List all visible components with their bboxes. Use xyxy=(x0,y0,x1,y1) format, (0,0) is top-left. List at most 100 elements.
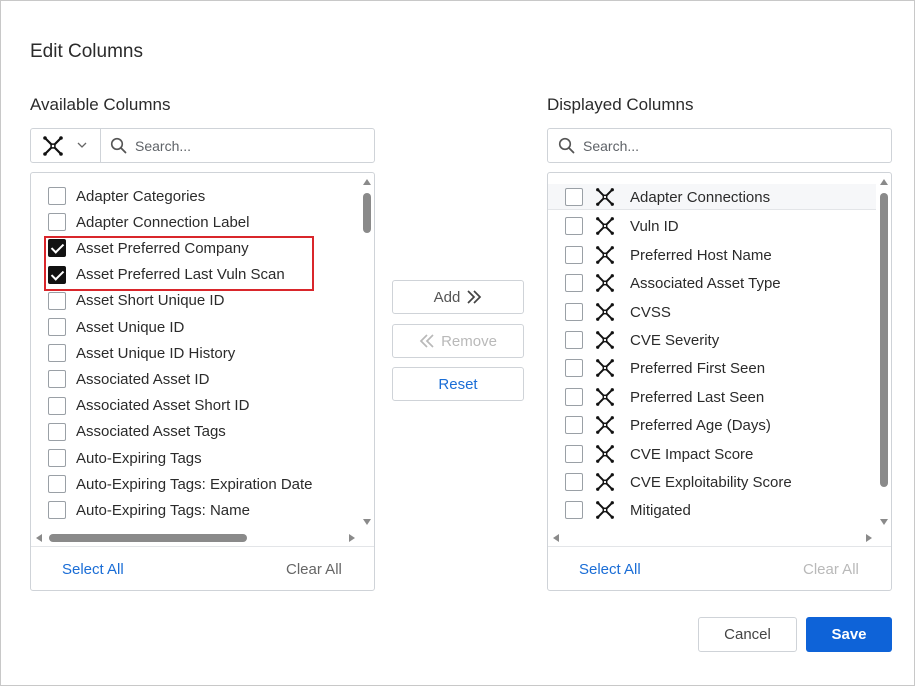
checkbox[interactable] xyxy=(565,359,583,377)
available-item-label: Asset Unique ID xyxy=(76,318,185,336)
checkbox[interactable] xyxy=(565,501,583,519)
available-list-item[interactable]: Associated Asset ID xyxy=(48,368,209,390)
double-chevron-right-icon xyxy=(467,290,482,304)
checkbox[interactable] xyxy=(48,344,66,363)
checkbox[interactable] xyxy=(565,473,583,491)
scrollbar-thumb[interactable] xyxy=(49,534,247,542)
available-search-input[interactable] xyxy=(135,135,365,156)
displayed-list-item[interactable]: CVE Severity xyxy=(565,328,719,352)
available-vertical-scrollbar[interactable] xyxy=(360,173,374,531)
adapter-x-icon xyxy=(596,274,614,292)
checkbox[interactable] xyxy=(565,274,583,292)
reset-button[interactable]: Reset xyxy=(392,367,524,401)
checkbox[interactable] xyxy=(48,318,66,336)
displayed-vertical-scrollbar[interactable] xyxy=(877,173,891,531)
available-item-label: Associated Asset Short ID xyxy=(76,397,250,415)
checkbox[interactable] xyxy=(48,501,66,520)
checkbox[interactable] xyxy=(48,187,66,205)
adapter-x-icon xyxy=(596,445,614,463)
displayed-list-item[interactable]: Mitigated xyxy=(565,498,691,522)
available-list-item[interactable]: Adapter Connection Label xyxy=(48,211,249,233)
double-chevron-left-icon xyxy=(419,334,434,348)
available-item-label: Adapter Categories xyxy=(76,187,206,205)
available-list-item[interactable]: Auto-Expiring Tags: Name xyxy=(48,499,250,521)
displayed-list-item[interactable]: Associated Asset Type xyxy=(565,271,781,295)
checkbox[interactable] xyxy=(48,449,66,467)
cancel-button[interactable]: Cancel xyxy=(698,617,797,652)
scroll-right-arrow-icon[interactable] xyxy=(349,534,355,542)
search-icon xyxy=(110,137,127,154)
checkbox[interactable] xyxy=(48,213,66,232)
available-item-label: Asset Short Unique ID xyxy=(76,292,225,310)
displayed-list-item[interactable]: CVE Impact Score xyxy=(565,442,753,466)
displayed-item-label: Adapter Connections xyxy=(630,188,771,206)
adapter-x-icon xyxy=(596,303,614,321)
scroll-down-arrow-icon[interactable] xyxy=(363,519,371,525)
scroll-left-arrow-icon[interactable] xyxy=(553,534,559,542)
displayed-item-label: Preferred Host Name xyxy=(630,246,772,264)
scroll-up-arrow-icon[interactable] xyxy=(880,179,888,185)
displayed-list-item[interactable]: CVSS xyxy=(565,300,671,324)
displayed-list-item[interactable]: Preferred Age (Days) xyxy=(565,413,771,437)
available-clear-all-button[interactable]: Clear All xyxy=(286,561,342,578)
displayed-list-item[interactable]: Adapter Connections xyxy=(565,185,770,209)
scroll-right-arrow-icon[interactable] xyxy=(866,534,872,542)
checkbox[interactable] xyxy=(565,331,583,349)
displayed-item-label: Preferred First Seen xyxy=(630,359,766,377)
displayed-select-all-button[interactable]: Select All xyxy=(579,561,641,578)
checkbox[interactable] xyxy=(48,396,66,415)
available-list-item[interactable]: Adapter Categories xyxy=(48,185,205,207)
available-list-item[interactable]: Associated Asset Tags xyxy=(48,421,226,443)
displayed-item-label: CVE Impact Score xyxy=(630,445,754,463)
checkbox[interactable] xyxy=(48,475,66,494)
available-list-item[interactable]: Auto-Expiring Tags: Expiration Date xyxy=(48,473,313,495)
adapter-x-icon xyxy=(43,136,63,156)
displayed-list-item[interactable]: Vuln ID xyxy=(565,214,679,238)
checkbox[interactable] xyxy=(565,246,583,264)
displayed-item-label: CVSS xyxy=(630,303,671,321)
save-button[interactable]: Save xyxy=(806,617,892,652)
adapter-x-icon xyxy=(596,416,614,434)
checkbox[interactable] xyxy=(565,416,583,434)
selection-highlight-box xyxy=(44,236,314,291)
checkbox[interactable] xyxy=(565,217,583,235)
scroll-up-arrow-icon[interactable] xyxy=(363,179,371,185)
checkbox[interactable] xyxy=(565,388,583,406)
checkbox[interactable] xyxy=(565,188,583,206)
displayed-search-input[interactable] xyxy=(583,135,883,156)
available-list-item[interactable]: Asset Unique ID xyxy=(48,316,184,338)
displayed-list-item[interactable]: CVE Exploitability Score xyxy=(565,470,792,494)
available-list-item[interactable]: Associated Asset Short ID xyxy=(48,395,249,417)
available-list-item[interactable]: Asset Short Unique ID xyxy=(48,290,224,312)
available-select-all-button[interactable]: Select All xyxy=(62,561,124,578)
scroll-left-arrow-icon[interactable] xyxy=(36,534,42,542)
checkbox[interactable] xyxy=(565,445,583,463)
displayed-columns-list: Adapter Connections Vuln ID Preferred Host… xyxy=(547,172,892,591)
checkbox[interactable] xyxy=(48,291,66,310)
checkbox[interactable] xyxy=(48,422,66,441)
displayed-horizontal-scrollbar[interactable] xyxy=(548,531,879,545)
add-button-label: Add xyxy=(433,288,461,306)
adapter-x-icon xyxy=(596,217,614,235)
available-list-area: Adapter Categories Adapter Connection Lab… xyxy=(31,173,362,531)
remove-button[interactable]: Remove xyxy=(392,324,524,358)
add-button[interactable]: Add xyxy=(392,280,524,314)
displayed-search-bar xyxy=(547,128,892,163)
displayed-clear-all-button[interactable]: Clear All xyxy=(803,561,859,578)
scroll-down-arrow-icon[interactable] xyxy=(880,519,888,525)
displayed-item-label: Vuln ID xyxy=(630,217,679,235)
available-list-item[interactable]: Auto-Expiring Tags xyxy=(48,447,202,469)
adapter-filter-dropdown[interactable] xyxy=(31,129,101,162)
checkbox[interactable] xyxy=(48,370,66,389)
available-item-label: Asset Unique ID History xyxy=(76,344,236,362)
displayed-item-label: Mitigated xyxy=(630,501,691,519)
available-list-item[interactable]: Asset Unique ID History xyxy=(48,342,235,364)
displayed-list-item[interactable]: Preferred First Seen xyxy=(565,356,765,380)
scrollbar-thumb[interactable] xyxy=(880,193,888,487)
checkbox[interactable] xyxy=(565,303,583,321)
displayed-list-item[interactable]: Preferred Last Seen xyxy=(565,385,764,409)
scrollbar-thumb[interactable] xyxy=(363,193,371,233)
available-horizontal-scrollbar[interactable] xyxy=(31,531,362,545)
available-item-label: Auto-Expiring Tags: Expiration Date xyxy=(76,475,313,493)
displayed-list-item[interactable]: Preferred Host Name xyxy=(565,243,772,267)
